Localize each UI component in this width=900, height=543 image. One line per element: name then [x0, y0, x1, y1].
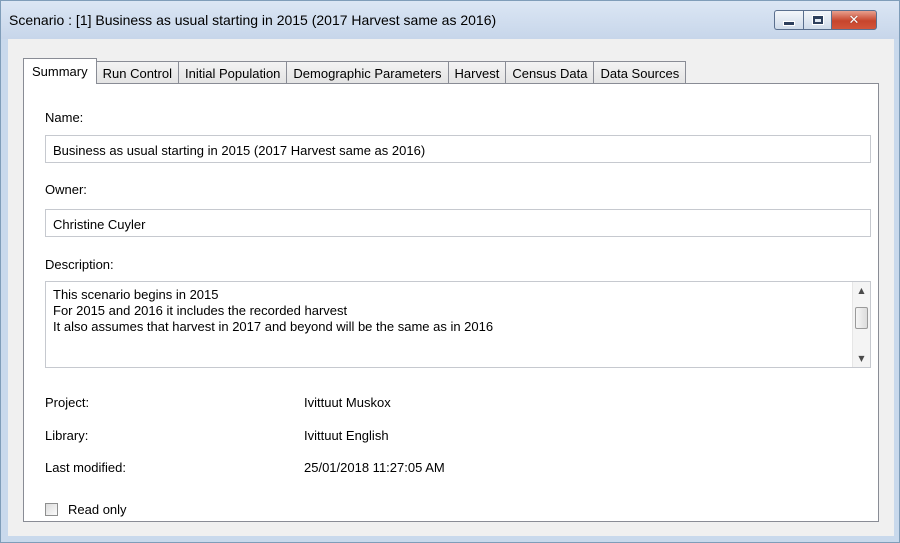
maximize-button[interactable] — [803, 10, 831, 30]
description-label: Description: — [45, 257, 114, 272]
close-icon: ✕ — [848, 12, 860, 28]
maximize-icon — [812, 16, 823, 24]
tab-data-sources[interactable]: Data Sources — [593, 61, 687, 84]
close-button[interactable]: ✕ — [831, 10, 877, 30]
name-field[interactable]: Business as usual starting in 2015 (2017… — [45, 135, 871, 163]
read-only-label[interactable]: Read only — [68, 502, 127, 517]
library-label: Library: — [45, 428, 89, 443]
client-area: Summary Run Control Initial Population D… — [8, 39, 894, 536]
tab-strip: Summary Run Control Initial Population D… — [23, 58, 687, 84]
scroll-down-arrow-icon[interactable]: ▼ — [853, 350, 870, 367]
project-label: Project: — [45, 395, 90, 410]
window-title: Scenario : [1] Business as usual startin… — [9, 12, 497, 28]
description-field[interactable]: This scenario begins in 2015 For 2015 an… — [45, 281, 871, 368]
library-value: Ivittuut English — [304, 428, 389, 443]
owner-field[interactable]: Christine Cuyler — [45, 209, 871, 237]
project-value: Ivittuut Muskox — [304, 395, 391, 410]
window-controls: ✕ — [774, 10, 877, 30]
tab-run-control[interactable]: Run Control — [95, 61, 179, 84]
tab-harvest[interactable]: Harvest — [447, 61, 507, 84]
tab-initial-population[interactable]: Initial Population — [178, 61, 288, 84]
minimize-icon — [783, 20, 795, 26]
last-modified-value: 25/01/2018 11:27:05 AM — [304, 460, 445, 475]
summary-panel: Name: Business as usual starting in 2015… — [23, 83, 879, 522]
description-scrollbar[interactable]: ▲ ▼ — [852, 282, 870, 367]
title-bar[interactable]: Scenario : [1] Business as usual startin… — [1, 1, 899, 39]
tab-summary[interactable]: Summary — [23, 58, 97, 84]
minimize-button[interactable] — [774, 10, 803, 30]
tab-demographic-parameters[interactable]: Demographic Parameters — [286, 61, 449, 84]
description-text[interactable]: This scenario begins in 2015 For 2015 an… — [53, 287, 846, 335]
tab-census-data[interactable]: Census Data — [505, 61, 595, 84]
name-label: Name: — [45, 110, 84, 125]
scroll-up-arrow-icon[interactable]: ▲ — [853, 282, 870, 299]
owner-label: Owner: — [45, 182, 87, 197]
last-modified-label: Last modified: — [45, 460, 126, 475]
scenario-window: Scenario : [1] Business as usual startin… — [0, 0, 900, 543]
scroll-thumb[interactable] — [855, 307, 868, 329]
read-only-checkbox[interactable] — [45, 503, 58, 516]
